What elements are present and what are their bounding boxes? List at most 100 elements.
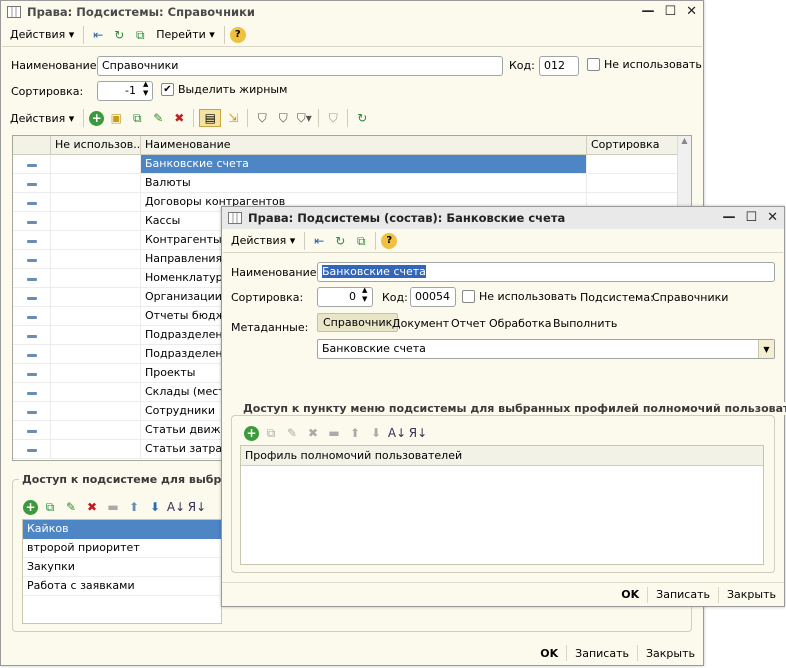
- goto-menu-button[interactable]: Перейти ▾: [152, 25, 219, 45]
- copy-icon[interactable]: ⧉: [131, 26, 149, 44]
- ok-button[interactable]: OK: [532, 645, 566, 661]
- grid-actions-button[interactable]: Действия ▾: [6, 108, 78, 128]
- sub-minimize-button[interactable]: —: [722, 210, 735, 225]
- cell-not-use: [51, 440, 141, 458]
- row-status-icon: [13, 155, 51, 173]
- not-use-checkbox[interactable]: Не использовать: [587, 58, 702, 71]
- sub-not-use-checkbox[interactable]: Не использовать: [462, 290, 577, 303]
- metadata-type-document[interactable]: Документ: [392, 317, 449, 330]
- sub-add-icon[interactable]: +: [244, 425, 259, 441]
- sort-desc-icon[interactable]: Я↓: [188, 498, 206, 516]
- sub-close-window-button[interactable]: ✕: [767, 210, 778, 225]
- sub-maximize-button[interactable]: ☐: [745, 210, 757, 225]
- copy-row-icon[interactable]: ⧉: [128, 109, 146, 127]
- profile-header[interactable]: Профиль полномочий пользователей: [241, 446, 763, 466]
- access-list[interactable]: Кайков втророй приоритет Закупки Работа с …: [22, 519, 222, 624]
- cell-not-use: [51, 193, 141, 211]
- hierarchy-view-icon[interactable]: ▤: [199, 109, 222, 127]
- sub-title: Права: Подсистемы (состав): Банковские с…: [248, 211, 566, 225]
- clear-filter-icon[interactable]: ⛉: [324, 109, 342, 127]
- sub-save-close-icon[interactable]: ⇤: [310, 232, 328, 250]
- form-icon: [7, 6, 21, 18]
- sub-move-down-icon[interactable]: ⬇: [367, 424, 385, 442]
- row-status-icon: [13, 307, 51, 325]
- grid-refresh-icon[interactable]: ↻: [353, 109, 371, 127]
- sub-code-field[interactable]: 00054: [410, 287, 456, 307]
- close-button[interactable]: Закрыть: [637, 645, 703, 661]
- save-button[interactable]: Записать: [566, 645, 637, 661]
- subsystem-label: Подсистема:: [580, 291, 654, 304]
- access-delete-icon[interactable]: ✖: [83, 498, 101, 516]
- access-copy-icon[interactable]: ⧉: [41, 498, 59, 516]
- actions-menu-button[interactable]: Действия ▾: [6, 25, 78, 45]
- list-item[interactable]: Работа с заявками: [23, 577, 221, 596]
- help-icon[interactable]: ?: [229, 26, 246, 43]
- sub-sort-desc-icon[interactable]: Я↓: [409, 424, 427, 442]
- sub-titlebar: Права: Подсистемы (состав): Банковские с…: [222, 207, 784, 229]
- filter-current-icon[interactable]: ⛉: [274, 109, 292, 127]
- sub-form-icon: [228, 212, 242, 224]
- close-window-button[interactable]: ✕: [686, 4, 697, 19]
- sub-save-button[interactable]: Записать: [647, 586, 718, 603]
- metadata-select[interactable]: Банковские счета ▼: [317, 339, 775, 359]
- move-up-icon[interactable]: ⬆: [125, 498, 143, 516]
- sub-name-value: Банковские счета: [322, 265, 426, 278]
- add-icon[interactable]: +: [89, 110, 105, 126]
- bold-checkbox[interactable]: ✔ Выделить жирным: [161, 83, 287, 96]
- bold-box[interactable]: ✔: [161, 83, 174, 96]
- sub-actions-menu-button[interactable]: Действия ▾: [227, 231, 299, 251]
- col-sort[interactable]: Сортировка: [587, 136, 679, 154]
- save-close-icon[interactable]: ⇤: [89, 26, 107, 44]
- move-down-icon[interactable]: ⬇: [146, 498, 164, 516]
- sub-refresh-icon[interactable]: ↻: [331, 232, 349, 250]
- minimize-button[interactable]: —: [641, 4, 654, 19]
- sub-disabled-icon[interactable]: ▬: [325, 424, 343, 442]
- sub-delete-icon[interactable]: ✖: [304, 424, 322, 442]
- metadata-type-report[interactable]: Отчет: [451, 317, 486, 330]
- col-not-use[interactable]: Не использов...: [51, 136, 141, 154]
- access-disabled-icon[interactable]: ▬: [104, 498, 122, 516]
- sub-help-icon[interactable]: ?: [381, 232, 398, 249]
- table-row[interactable]: Валюты: [13, 174, 691, 193]
- delete-icon[interactable]: ✖: [170, 109, 188, 127]
- sub-copy-icon[interactable]: ⧉: [352, 232, 370, 250]
- sub-copy-row-icon[interactable]: ⧉: [262, 424, 280, 442]
- row-status-icon: [13, 250, 51, 268]
- main-titlebar: Права: Подсистемы: Справочники — ☐ ✕: [1, 1, 703, 23]
- sort-asc-icon[interactable]: A↓: [167, 498, 185, 516]
- sub-sort-spin-icon[interactable]: ▲ ▼: [362, 286, 367, 304]
- edit-icon[interactable]: ✎: [149, 109, 167, 127]
- sub-ok-button[interactable]: OK: [613, 587, 647, 603]
- sub-not-use-box[interactable]: [462, 290, 475, 303]
- access-list-header[interactable]: Кайков: [23, 520, 221, 539]
- sub-edit-icon[interactable]: ✎: [283, 424, 301, 442]
- sub-sort-asc-icon[interactable]: A↓: [388, 424, 406, 442]
- metadata-type-execute[interactable]: Выполнить: [553, 317, 617, 330]
- code-field[interactable]: 012: [539, 56, 579, 76]
- metadata-type-catalog[interactable]: Справочник: [317, 313, 399, 332]
- table-row[interactable]: Банковские счета: [13, 155, 691, 174]
- not-use-box[interactable]: [587, 58, 600, 71]
- filter-icon[interactable]: ⛉: [253, 109, 271, 127]
- cell-not-use: [51, 326, 141, 344]
- cell-not-use: [51, 383, 141, 401]
- dropdown-arrow-icon[interactable]: ▼: [758, 340, 774, 358]
- sub-move-up-icon[interactable]: ⬆: [346, 424, 364, 442]
- name-field[interactable]: Справочники: [97, 56, 503, 76]
- move-to-group-icon[interactable]: ⇲: [224, 109, 242, 127]
- refresh-icon[interactable]: ↻: [110, 26, 128, 44]
- col-name[interactable]: Наименование: [141, 136, 587, 154]
- access-edit-icon[interactable]: ✎: [62, 498, 80, 516]
- access-add-icon[interactable]: +: [23, 499, 38, 515]
- sub-name-field[interactable]: Банковские счета: [317, 262, 775, 282]
- list-item[interactable]: втророй приоритет: [23, 539, 221, 558]
- profile-list[interactable]: Профиль полномочий пользователей: [240, 445, 764, 565]
- maximize-button[interactable]: ☐: [664, 4, 676, 19]
- cell-not-use: [51, 364, 141, 382]
- metadata-type-processing[interactable]: Обработка: [489, 317, 551, 330]
- list-item[interactable]: Закупки: [23, 558, 221, 577]
- sub-close-button[interactable]: Закрыть: [718, 586, 784, 603]
- add-folder-icon[interactable]: ▣: [107, 109, 125, 127]
- sort-spin-icon[interactable]: ▲ ▼: [143, 80, 148, 98]
- filter-list-icon[interactable]: ⛉▾: [295, 109, 313, 127]
